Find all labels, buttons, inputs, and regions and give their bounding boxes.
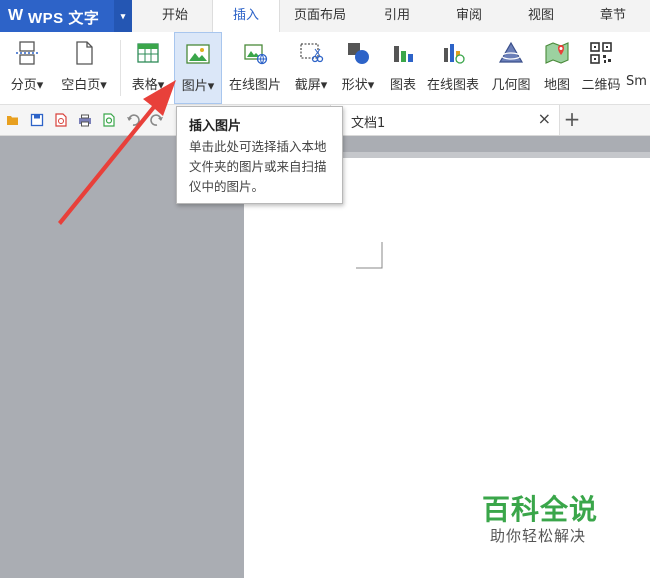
page-break-icon bbox=[16, 41, 38, 65]
undo-icon[interactable] bbox=[126, 113, 140, 127]
insert-ribbon: 分页▾ 空白页▾ 表格▾ 图片▾ 在线图片 截屏▾ 形状▾ 图表 在线图表 几何… bbox=[0, 32, 650, 105]
picture-button[interactable]: 图片▾ bbox=[174, 32, 222, 104]
shapes-icon bbox=[348, 43, 369, 64]
tooltip-body: 单击此处可选择插入本地文件夹的图片或来自扫描仪中的图片。 bbox=[189, 139, 327, 194]
app-menu-button[interactable]: W WPS 文字 ▾ bbox=[0, 0, 132, 32]
blank-page-icon bbox=[76, 41, 93, 65]
shapes-button[interactable]: 形状▾ bbox=[336, 32, 380, 104]
online-picture-button[interactable]: 在线图片 bbox=[224, 32, 286, 104]
print-preview-icon[interactable] bbox=[102, 113, 116, 127]
app-menu-dropdown-icon[interactable]: ▾ bbox=[114, 0, 132, 32]
shapes-label: 形状▾ bbox=[341, 78, 375, 93]
tab-insert[interactable]: 插入 bbox=[212, 0, 280, 32]
qrcode-button[interactable]: 二维码 bbox=[578, 32, 624, 104]
tab-view[interactable]: 视图 bbox=[508, 0, 574, 32]
map-label: 地图 bbox=[543, 78, 570, 93]
margin-corner-marker bbox=[356, 242, 383, 269]
save-icon[interactable] bbox=[30, 113, 44, 127]
picture-icon bbox=[186, 44, 210, 64]
tooltip-title: 插入图片 bbox=[189, 119, 242, 134]
map-button[interactable]: 地图 bbox=[538, 32, 576, 104]
chart-button[interactable]: 图表 bbox=[384, 32, 422, 104]
tab-references[interactable]: 引用 bbox=[364, 0, 430, 32]
qrcode-label: 二维码 bbox=[581, 78, 621, 93]
screenshot-button[interactable]: 截屏▾ bbox=[288, 32, 334, 104]
blank-page-label: 空白页▾ bbox=[61, 78, 107, 93]
geometry-icon bbox=[498, 41, 524, 63]
online-picture-icon bbox=[244, 44, 268, 65]
page-break-button[interactable]: 分页▾ bbox=[4, 32, 50, 104]
smartart-label: Sm bbox=[626, 74, 647, 89]
app-name: WPS 文字 bbox=[28, 10, 100, 27]
ribbon-separator bbox=[120, 40, 121, 96]
print-icon[interactable] bbox=[78, 113, 92, 127]
table-icon bbox=[137, 43, 159, 63]
open-folder-icon[interactable] bbox=[6, 113, 20, 127]
map-icon bbox=[545, 42, 569, 64]
chart-icon bbox=[394, 46, 413, 62]
watermark-subtitle: 助你轻松解决 bbox=[490, 527, 587, 545]
tab-home[interactable]: 开始 bbox=[140, 0, 210, 32]
online-chart-icon bbox=[444, 44, 465, 64]
geometry-button[interactable]: 几何图 bbox=[486, 32, 536, 104]
picture-label: 图片▾ bbox=[181, 79, 215, 94]
geometry-label: 几何图 bbox=[491, 78, 531, 93]
document-tab[interactable]: 文档1 × bbox=[330, 105, 560, 135]
qrcode-icon bbox=[590, 42, 612, 64]
online-picture-label: 在线图片 bbox=[228, 78, 281, 93]
export-pdf-icon[interactable] bbox=[54, 113, 68, 127]
insert-picture-tooltip: 插入图片 单击此处可选择插入本地文件夹的图片或来自扫描仪中的图片。 bbox=[176, 106, 343, 204]
wps-logo-icon: W bbox=[8, 7, 24, 24]
chart-label: 图表 bbox=[389, 78, 416, 93]
tab-chapter[interactable]: 章节 bbox=[580, 0, 646, 32]
close-icon[interactable]: × bbox=[538, 109, 551, 128]
add-tab-icon[interactable]: + bbox=[562, 106, 582, 132]
title-tab-bar: W WPS 文字 ▾ 开始 插入 页面布局 引用 审阅 视图 章节 bbox=[0, 0, 650, 32]
watermark-title: 百科全说 bbox=[482, 493, 599, 526]
online-chart-button[interactable]: 在线图表 bbox=[424, 32, 482, 104]
smartart-button[interactable]: Sm bbox=[626, 32, 650, 104]
online-chart-label: 在线图表 bbox=[426, 78, 479, 93]
document-tab-title: 文档1 bbox=[351, 116, 386, 131]
screenshot-label: 截屏▾ bbox=[294, 78, 328, 93]
table-label: 表格▾ bbox=[131, 78, 165, 93]
blank-page-button[interactable]: 空白页▾ bbox=[54, 32, 114, 104]
redo-icon[interactable] bbox=[150, 113, 164, 127]
screenshot-icon bbox=[300, 43, 324, 63]
tab-page-layout[interactable]: 页面布局 bbox=[280, 0, 360, 32]
tab-review[interactable]: 审阅 bbox=[436, 0, 502, 32]
page-break-label: 分页▾ bbox=[10, 78, 44, 93]
table-button[interactable]: 表格▾ bbox=[126, 32, 170, 104]
